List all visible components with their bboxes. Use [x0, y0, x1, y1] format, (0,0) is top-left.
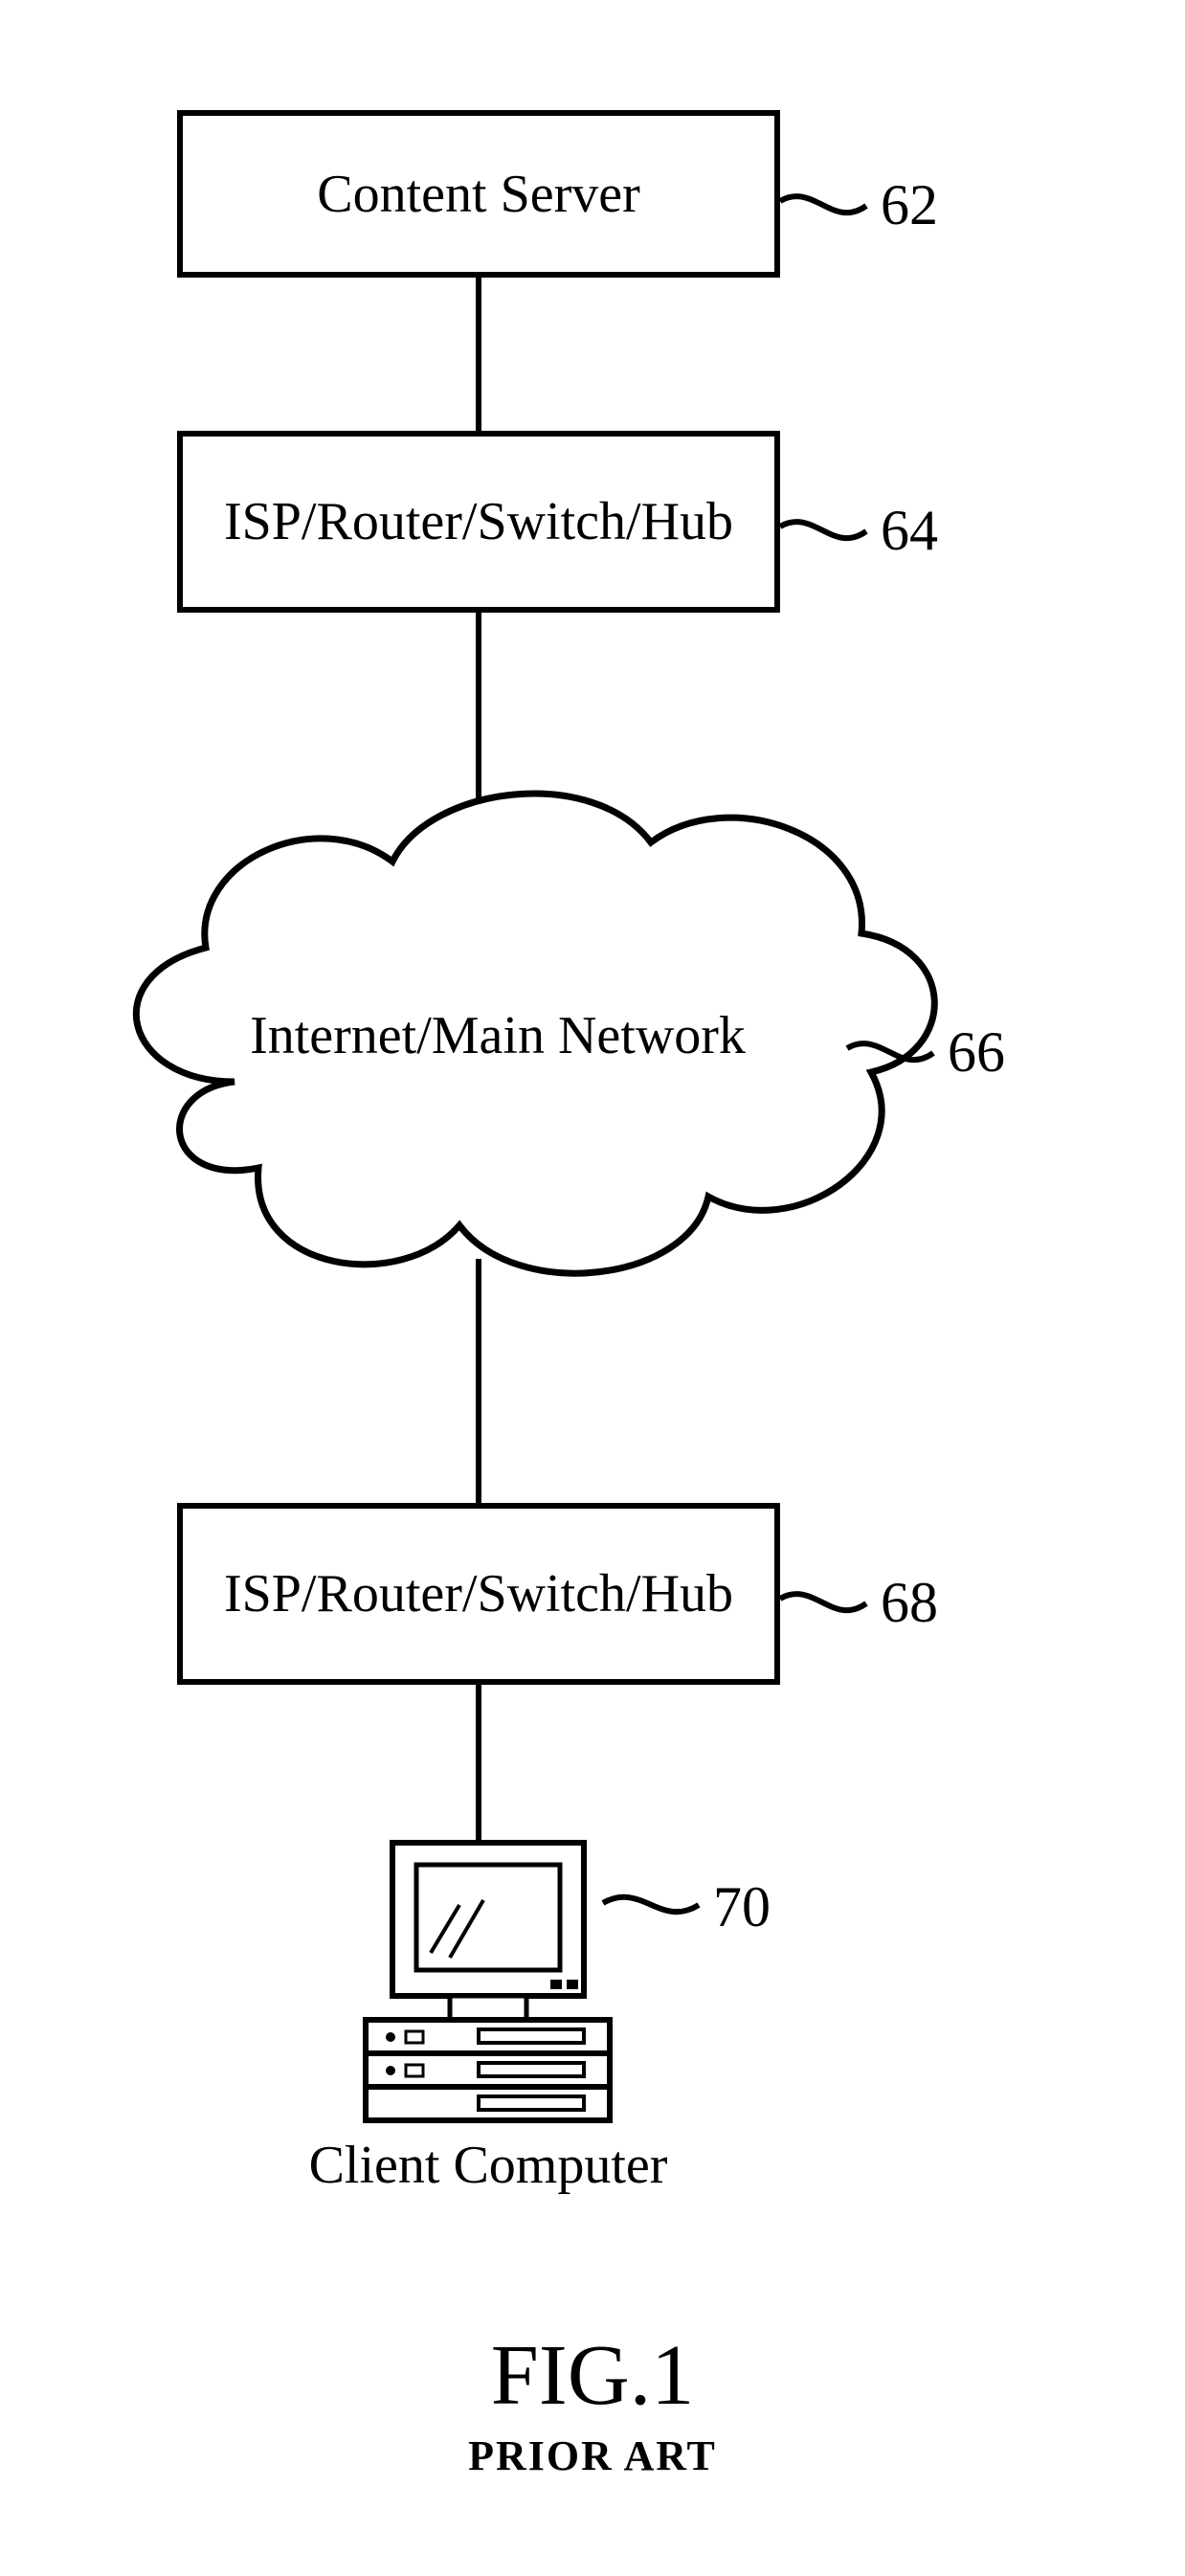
- ref-client: 70: [713, 1874, 771, 1940]
- figure-caption: FIG.1: [0, 2326, 1185, 2425]
- ref-isp-top: 64: [881, 498, 938, 564]
- node-client-label: Client Computer: [239, 2135, 737, 2196]
- node-internet-label: Internet/Main Network: [191, 1005, 804, 1066]
- node-isp-bottom-label: ISP/Router/Switch/Hub: [224, 1563, 733, 1624]
- ref-content-server: 62: [881, 172, 938, 238]
- node-content-server-label: Content Server: [317, 164, 639, 225]
- node-isp-top-label: ISP/Router/Switch/Hub: [224, 491, 733, 552]
- ref-internet: 66: [948, 1019, 1005, 1086]
- diagram-canvas: Content Server 62 ISP/Router/Switch/Hub …: [0, 0, 1185, 2576]
- node-isp-top: ISP/Router/Switch/Hub: [177, 431, 780, 613]
- figure-subcaption: PRIOR ART: [0, 2431, 1185, 2480]
- ref-isp-bottom: 68: [881, 1570, 938, 1636]
- node-isp-bottom: ISP/Router/Switch/Hub: [177, 1503, 780, 1685]
- node-content-server: Content Server: [177, 110, 780, 278]
- computer-icon: [366, 1843, 610, 2120]
